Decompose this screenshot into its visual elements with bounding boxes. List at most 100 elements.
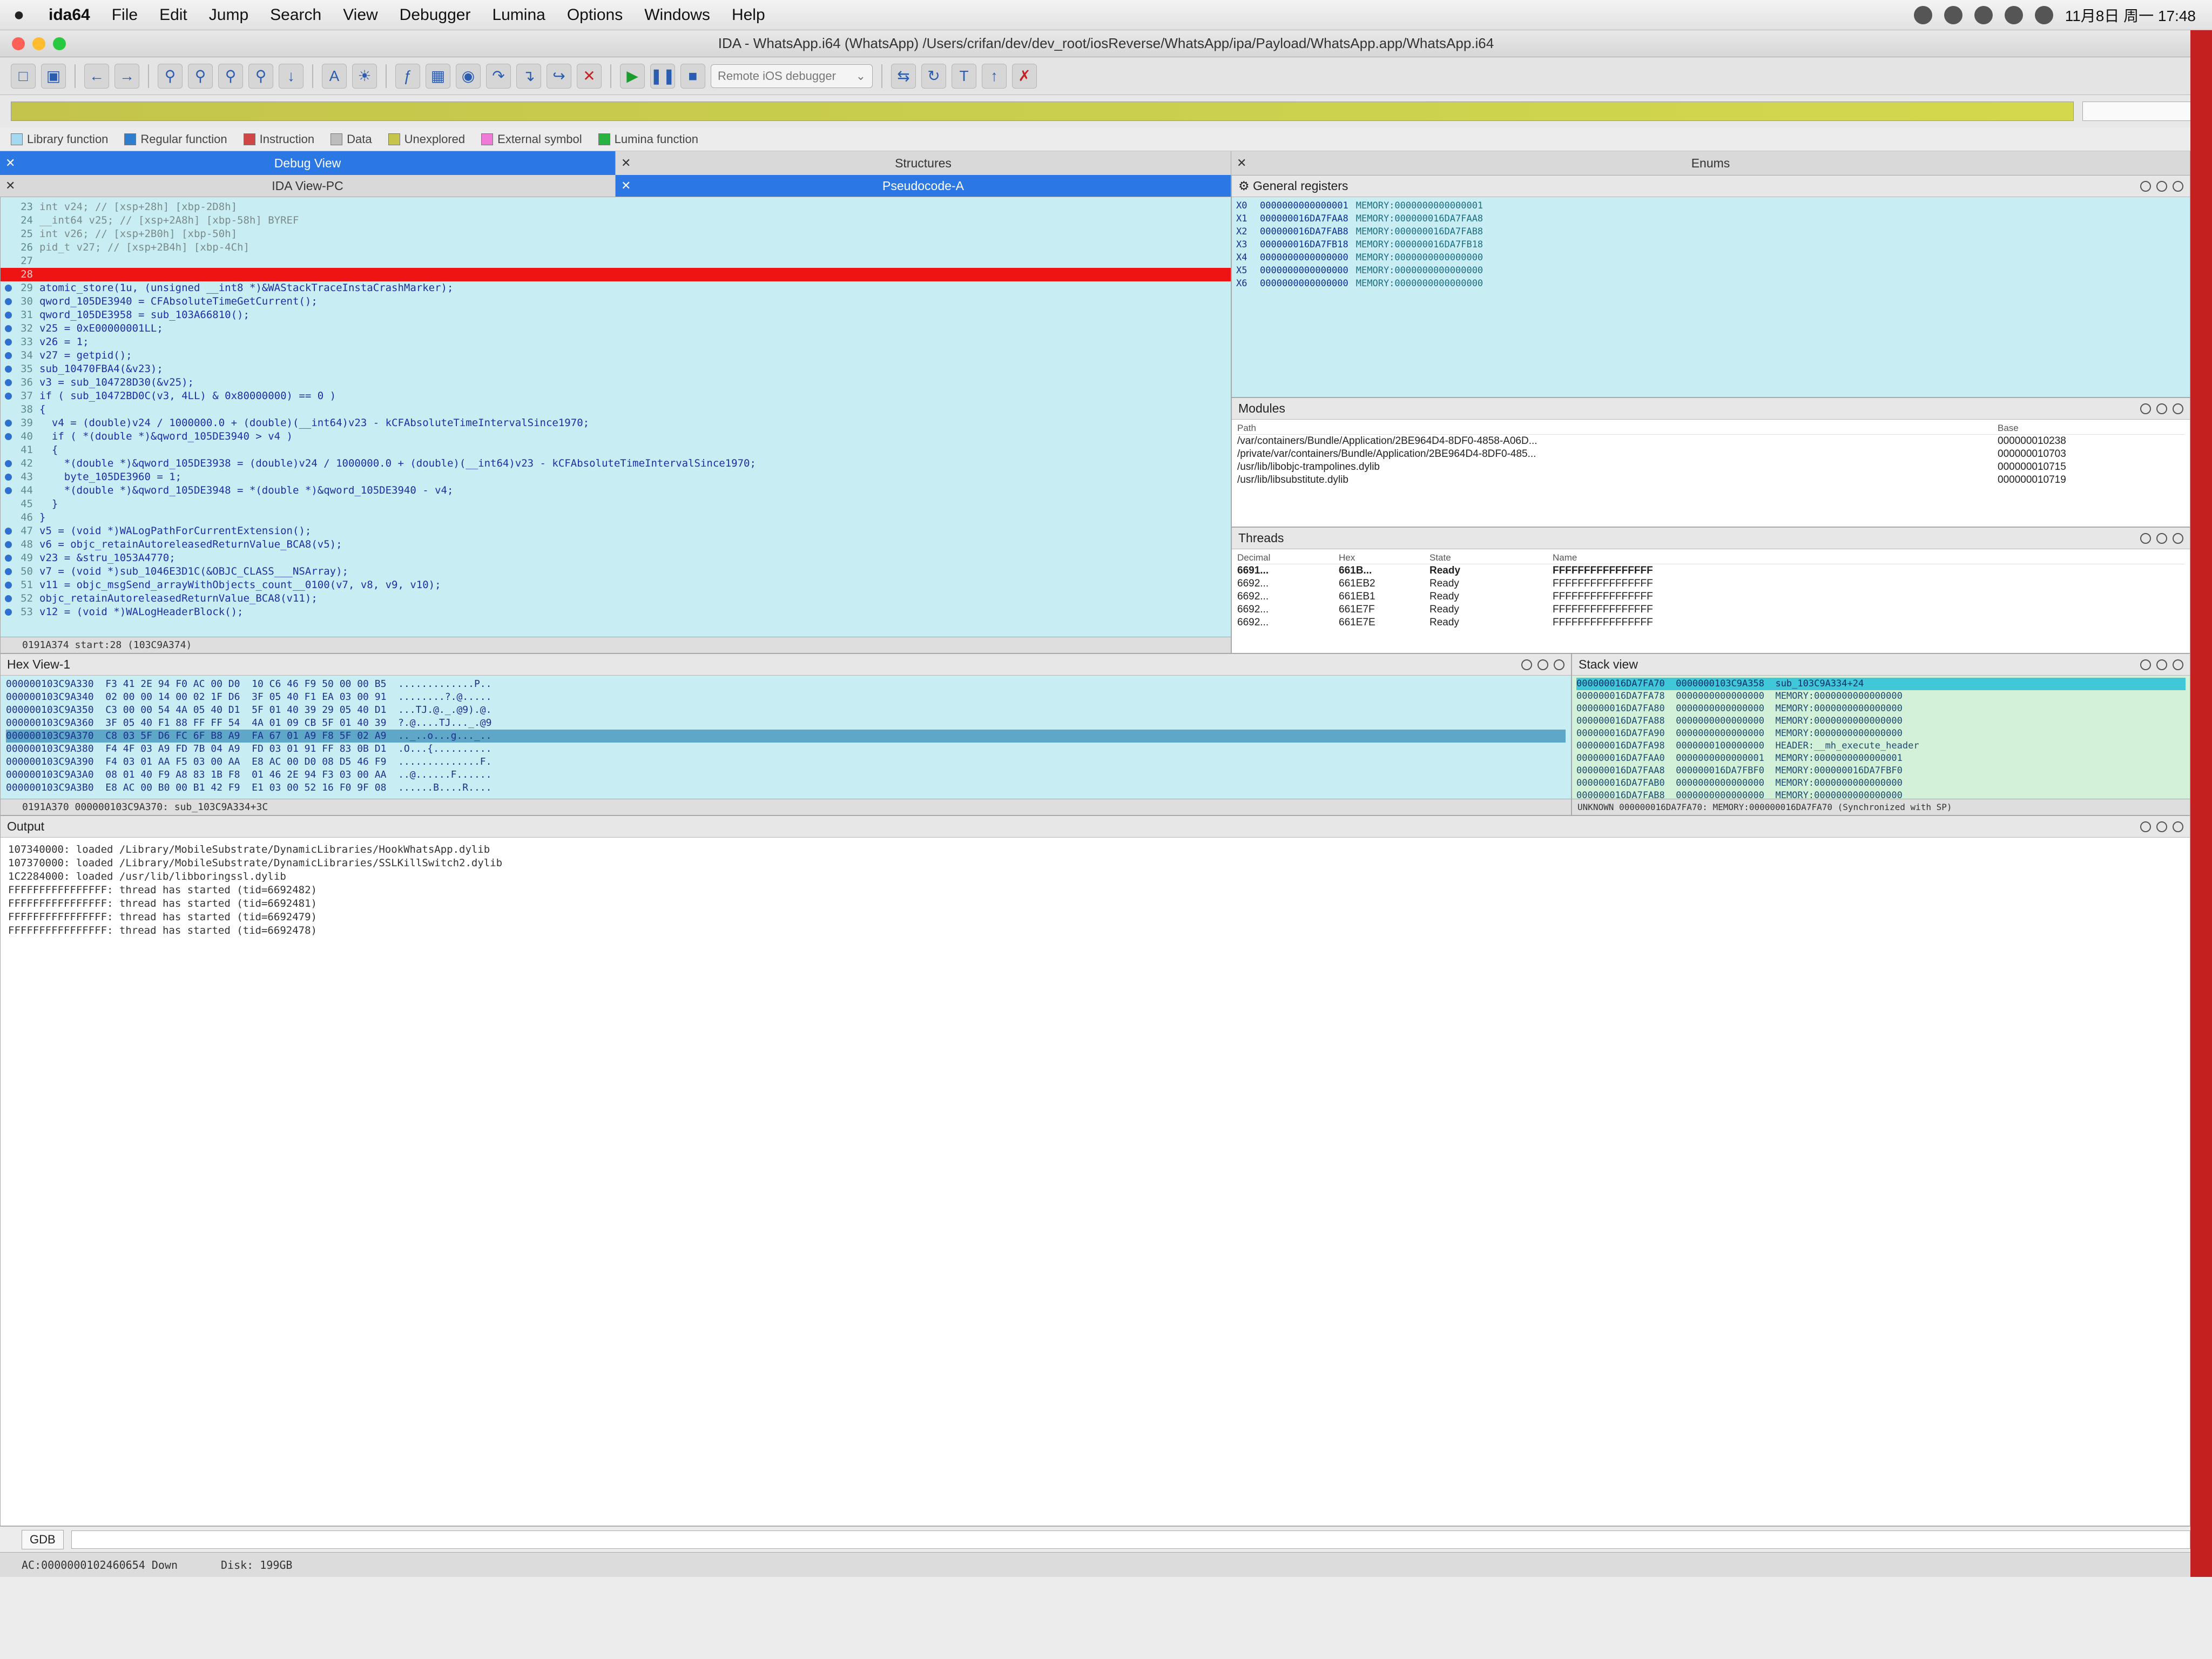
debugger-select[interactable]: Remote iOS debugger ⌄: [711, 64, 873, 88]
module-row[interactable]: /var/containers/Bundle/Application/2BE96…: [1237, 435, 2184, 448]
breakpoint-gutter[interactable]: [1, 389, 16, 403]
menu-bar-clock[interactable]: 11月8日 周一 17:48: [2065, 4, 2196, 26]
code-line[interactable]: 30 qword_105DE3940 = CFAbsoluteTimeGetCur…: [1, 295, 1231, 308]
hex-row[interactable]: 000000103C9A380 F4 4F 03 A9 FD 7B 04 A9 …: [6, 743, 1566, 756]
column-header-name[interactable]: Name: [1553, 552, 1577, 563]
trace-function-icon[interactable]: ↑: [982, 63, 1007, 89]
panel-restore-icon[interactable]: [2156, 659, 2167, 670]
threads-table[interactable]: Decimal Hex State Name 6691... 661B... Rea…: [1232, 549, 2190, 631]
terminate-process-icon[interactable]: ■: [680, 63, 705, 89]
breakpoint-gutter[interactable]: [1, 497, 16, 511]
trace-icon[interactable]: T: [952, 63, 976, 89]
code-line[interactable]: 26 pid_t v27; // [xsp+2B4h] [xbp-4Ch]: [1, 241, 1231, 254]
start-process-icon[interactable]: ▶: [620, 63, 645, 89]
panel-menu-icon[interactable]: [2140, 403, 2151, 414]
column-header-base[interactable]: Base: [1998, 423, 2019, 434]
breakpoint-gutter[interactable]: [1, 403, 16, 416]
back-arrow-icon[interactable]: ←: [84, 63, 109, 89]
menu-app-ida64[interactable]: ida64: [38, 6, 101, 24]
stack-row[interactable]: 000000016DA7FAA0 0000000000000001 MEMORY…: [1576, 752, 2186, 765]
graph-icon[interactable]: ▦: [426, 63, 450, 89]
stack-row[interactable]: 000000016DA7FA78 0000000000000000 MEMORY…: [1576, 690, 2186, 703]
code-line[interactable]: 44 *(double *)&qword_105DE3948 = *(doubl…: [1, 484, 1231, 497]
menu-options[interactable]: Options: [556, 6, 633, 24]
breakpoint-gutter[interactable]: [1, 430, 16, 443]
code-line[interactable]: 45 }: [1, 497, 1231, 511]
code-line[interactable]: 47 v5 = (void *)WALogPathForCurrentExtens…: [1, 524, 1231, 538]
module-row[interactable]: /private/var/containers/Bundle/Applicati…: [1237, 448, 2184, 461]
panel-restore-icon[interactable]: [2156, 180, 2167, 192]
breakpoint-gutter[interactable]: [1, 443, 16, 457]
code-line[interactable]: 25 int v26; // [xsp+2B0h] [xbp-50h]: [1, 227, 1231, 241]
stack-row[interactable]: 000000016DA7FA70 0000000103C9A358 sub_10…: [1576, 678, 2186, 690]
hex-dump[interactable]: 000000103C9A330 F3 41 2E 94 F0 AC 00 D0 …: [1, 676, 1571, 799]
tab-structures[interactable]: ✕ Structures: [616, 151, 1231, 175]
status-app-icon[interactable]: [1913, 5, 1932, 24]
breakpoint-gutter[interactable]: [1, 241, 16, 254]
step-icon[interactable]: ↷: [486, 63, 511, 89]
hex-row[interactable]: 000000103C9A390 F4 03 01 AA F5 03 00 AA …: [6, 756, 1566, 768]
code-line[interactable]: 29 atomic_store(1u, (unsigned __int8 *)&W…: [1, 281, 1231, 295]
column-header-path[interactable]: Path: [1237, 423, 1993, 434]
code-line[interactable]: 31 qword_105DE3958 = sub_103A66810();: [1, 308, 1231, 322]
close-window-button[interactable]: [12, 37, 25, 50]
breakpoint-gutter[interactable]: [1, 578, 16, 592]
close-icon[interactable]: [2173, 180, 2183, 192]
breakpoint-gutter[interactable]: [1, 322, 16, 335]
panel-menu-icon[interactable]: [2140, 821, 2151, 832]
panel-restore-icon[interactable]: [2156, 821, 2167, 832]
stack-row[interactable]: 000000016DA7FA88 0000000000000000 MEMORY…: [1576, 715, 2186, 727]
clear-trace-icon[interactable]: ✗: [1012, 63, 1037, 89]
code-line[interactable]: 46}: [1, 511, 1231, 524]
register-row[interactable]: X3 000000016DA7FB18 MEMORY:000000016DA7FB1…: [1236, 238, 2186, 251]
search-icon[interactable]: ⚲: [188, 63, 213, 89]
breakpoint-line[interactable]: 28: [1, 268, 1231, 281]
breakpoint-gutter[interactable]: [1, 565, 16, 578]
breakpoint-gutter[interactable]: [1, 551, 16, 565]
tab-ida-view-pc[interactable]: ✕ IDA View-PC: [0, 175, 616, 197]
hex-row[interactable]: 000000103C9A3B0 E8 AC 00 B0 00 B1 42 F9 …: [6, 781, 1566, 794]
navigation-band-side-field[interactable]: [2082, 102, 2201, 121]
code-line[interactable]: 37 if ( sub_10472BD0C(v3, 4LL) & 0x800000…: [1, 389, 1231, 403]
code-line[interactable]: 51 v11 = objc_msgSend_arrayWithObjects_co…: [1, 578, 1231, 592]
close-icon[interactable]: ✕: [5, 156, 15, 170]
column-header-decimal[interactable]: Decimal: [1237, 552, 1334, 563]
breakpoint-gutter[interactable]: [1, 376, 16, 389]
breakpoint-gutter[interactable]: [1, 335, 16, 349]
code-line[interactable]: 50 v7 = (void *)sub_1046E3D1C(&OBJC_CLASS…: [1, 565, 1231, 578]
menu-jump[interactable]: Jump: [198, 6, 259, 24]
breakpoint-gutter[interactable]: [1, 538, 16, 551]
delete-icon[interactable]: ✕: [577, 63, 602, 89]
column-header-hex[interactable]: Hex: [1339, 552, 1425, 563]
code-line[interactable]: 42 *(double *)&qword_105DE3938 = (double…: [1, 457, 1231, 470]
forward-arrow-icon[interactable]: →: [114, 63, 139, 89]
stack-row[interactable]: 000000016DA7FA98 0000000100000000 HEADER…: [1576, 740, 2186, 752]
code-line[interactable]: 53 v12 = (void *)WALogHeaderBlock();: [1, 605, 1231, 619]
menu-debugger[interactable]: Debugger: [389, 6, 482, 24]
close-icon[interactable]: [2173, 532, 2183, 544]
thread-row[interactable]: 6692... 661E7E Ready FFFFFFFFFFFFFFFF: [1237, 616, 2184, 629]
step-into-icon[interactable]: ↴: [516, 63, 541, 89]
close-icon[interactable]: ✕: [5, 179, 15, 193]
search-icon[interactable]: [2034, 5, 2053, 24]
register-row[interactable]: X1 000000016DA7FAA8 MEMORY:000000016DA7FAA…: [1236, 212, 2186, 225]
register-list[interactable]: X0 0000000000000001 MEMORY:000000000000000…: [1232, 197, 2190, 397]
pseudocode-listing[interactable]: 23 int v24; // [xsp+28h] [xbp-2D8h] 24 __in…: [1, 197, 1231, 637]
panel-menu-icon[interactable]: [2140, 532, 2151, 544]
menu-help[interactable]: Help: [721, 6, 776, 24]
tab-enums[interactable]: ✕ Enums: [1231, 151, 2190, 175]
refresh-icon[interactable]: ↻: [921, 63, 946, 89]
tab-pseudocode-a[interactable]: ✕ Pseudocode-A: [616, 175, 1231, 197]
attach-icon[interactable]: ⇆: [891, 63, 916, 89]
hex-row[interactable]: 000000103C9A350 C3 00 00 54 4A 05 40 D1 …: [6, 704, 1566, 717]
lightbulb-icon[interactable]: ☀: [352, 63, 377, 89]
breakpoint-gutter[interactable]: [1, 254, 16, 268]
hex-row[interactable]: 000000103C9A330 F3 41 2E 94 F0 AC 00 D0 …: [6, 678, 1566, 691]
close-icon[interactable]: ✕: [621, 156, 631, 170]
modules-table[interactable]: Path Base /var/containers/Bundle/Applica…: [1232, 420, 2190, 489]
breakpoint-gutter[interactable]: [1, 605, 16, 619]
register-row[interactable]: X5 0000000000000000 MEMORY:000000000000000…: [1236, 264, 2186, 277]
breakpoint-gutter[interactable]: [1, 511, 16, 524]
thread-row[interactable]: 6691... 661B... Ready FFFFFFFFFFFFFFFF: [1237, 564, 2184, 577]
breakpoint-gutter[interactable]: [1, 524, 16, 538]
